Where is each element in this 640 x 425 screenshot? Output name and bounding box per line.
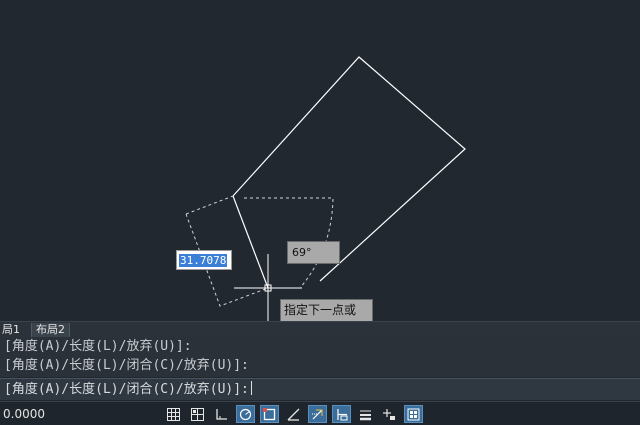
coordinate-readout: 0.0000 [3, 407, 45, 421]
dynamic-input-icon[interactable] [332, 405, 351, 423]
command-input-text: [角度(A)/长度(L)/闭合(C)/放弃(U)]: [4, 382, 249, 397]
length-dynamic-input[interactable]: 31.7078 [176, 250, 232, 270]
grid-icon[interactable] [164, 405, 183, 423]
drawn-polyline [232, 56, 466, 282]
command-input-line[interactable]: [角度(A)/长度(L)/闭合(C)/放弃(U)]: [0, 378, 640, 400]
drawing-canvas[interactable]: 31.7078 69° 指定下一点或 [0, 0, 640, 322]
snap-grid-icon[interactable] [188, 405, 207, 423]
workspace-icon[interactable] [404, 405, 423, 423]
length-input-value: 31.7078 [179, 254, 228, 267]
command-history-line: [角度(A)/长度(L)/放弃(U)]: [4, 339, 192, 354]
layout-tab-bar: 局1 布局2 [0, 321, 640, 337]
status-bar: 0.0000 [0, 401, 640, 425]
tab-layout2[interactable]: 布局2 [31, 323, 70, 337]
polar-tracking-icon[interactable] [236, 405, 255, 423]
rubber-band-line [232, 195, 269, 289]
command-history-line: [角度(A)/长度(L)/闭合(C)/放弃(U)]: [4, 358, 249, 373]
object-snap-icon[interactable] [260, 405, 279, 423]
ortho-icon[interactable] [212, 405, 231, 423]
command-history: [角度(A)/长度(L)/放弃(U)]: [角度(A)/长度(L)/闭合(C)/… [0, 337, 640, 377]
command-prompt-tooltip: 指定下一点或 [280, 299, 373, 322]
drawing-geometry [185, 56, 466, 322]
isometric-icon[interactable] [284, 405, 303, 423]
text-caret [250, 381, 252, 395]
transparency-icon[interactable] [380, 405, 399, 423]
tab-layout1[interactable]: 局1 [0, 323, 22, 337]
object-snap-tracking-icon[interactable] [308, 405, 327, 423]
lineweight-icon[interactable] [356, 405, 375, 423]
angle-tooltip: 69° [287, 241, 340, 264]
